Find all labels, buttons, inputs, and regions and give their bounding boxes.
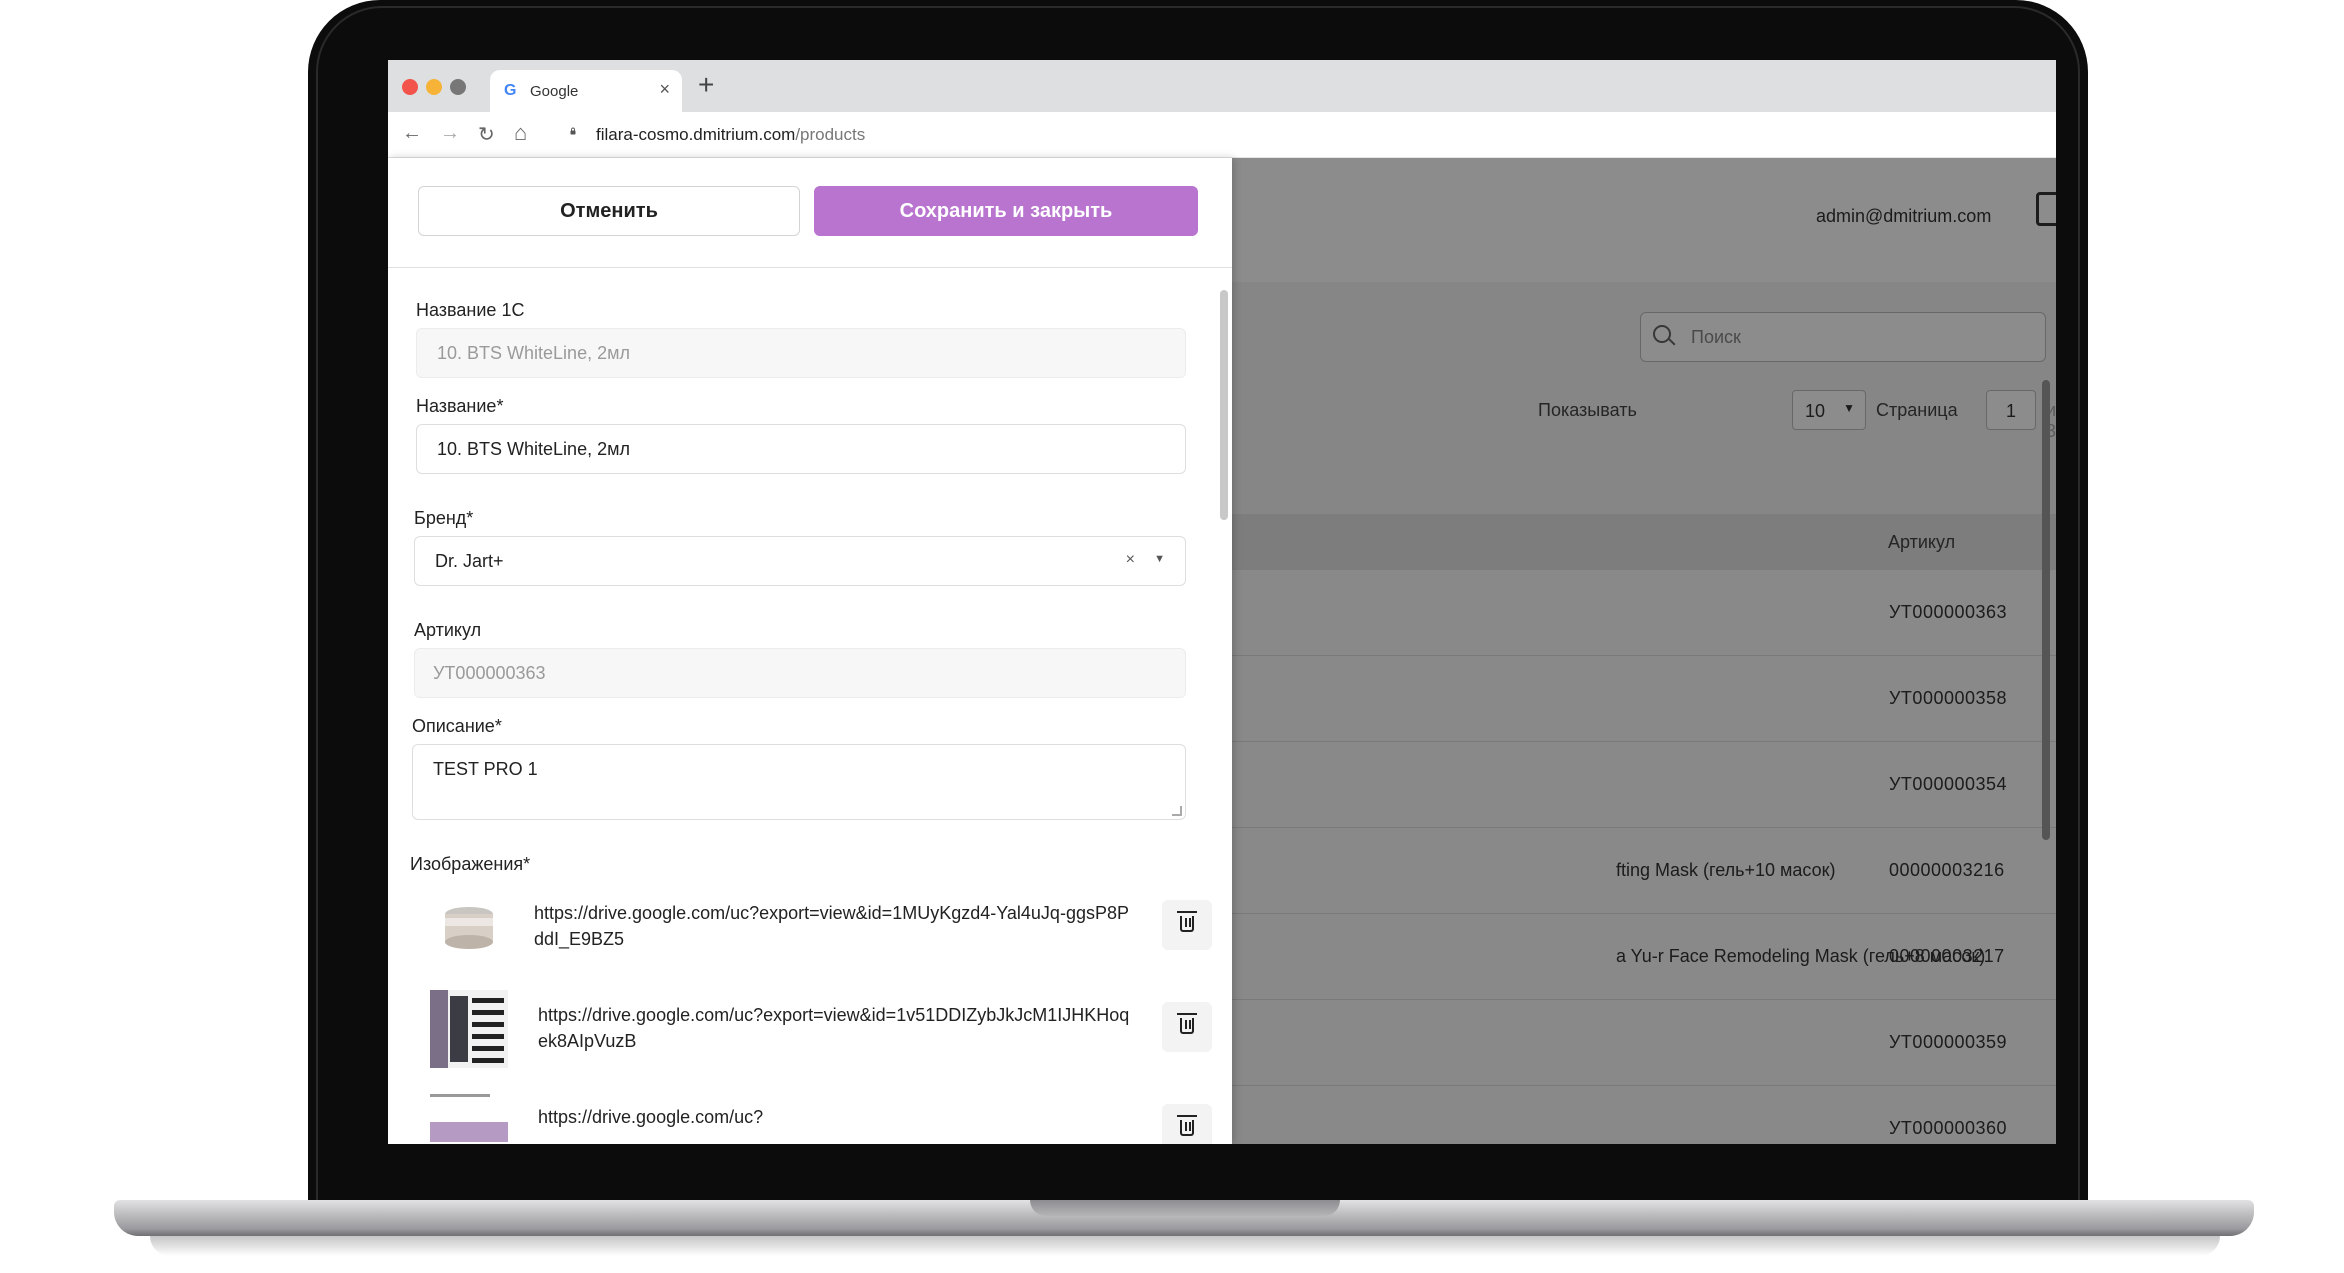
image-item: https://drive.google.com/uc? xyxy=(418,1092,1212,1144)
name-value: 10. BTS WhiteLine, 2мл xyxy=(437,439,630,459)
laptop-notch xyxy=(1030,1200,1340,1216)
clear-icon[interactable]: × xyxy=(1126,551,1135,569)
forward-arrow-icon[interactable]: → xyxy=(440,122,460,145)
image-item: https://drive.google.com/uc?export=view&… xyxy=(418,888,1212,974)
cancel-button[interactable]: Отменить xyxy=(418,186,800,236)
drawer-scrollbar[interactable] xyxy=(1220,290,1228,520)
description-value: TEST PRO 1 xyxy=(433,759,538,779)
browser-window: G Google × + ← → ↻ ⌂ filara-cosmo.dmitri… xyxy=(388,60,2056,1144)
image-thumbnail xyxy=(430,990,508,1068)
trash-icon xyxy=(1177,1115,1197,1136)
google-favicon-icon: G xyxy=(504,82,517,99)
back-arrow-icon[interactable]: ← xyxy=(402,122,422,145)
name-1c-value: 10. BTS WhiteLine, 2мл xyxy=(437,343,630,363)
brand-select[interactable]: Dr. Jart+ × ▼ xyxy=(414,536,1186,586)
image-url: https://drive.google.com/uc?export=view&… xyxy=(534,903,1129,949)
minimize-window-dot[interactable] xyxy=(426,79,442,95)
image-item: https://drive.google.com/uc?export=view&… xyxy=(418,990,1212,1076)
lock-icon xyxy=(570,127,576,135)
name-label: Название* xyxy=(416,396,504,416)
image-url: https://drive.google.com/uc?export=view&… xyxy=(538,1005,1130,1051)
brand-label: Бренд* xyxy=(414,508,474,528)
image-thumbnail xyxy=(430,888,508,966)
sku-label: Артикул xyxy=(414,620,482,640)
delete-image-button[interactable] xyxy=(1162,1104,1212,1144)
url-field[interactable]: filara-cosmo.dmitrium.com/products xyxy=(596,125,865,145)
tab-bar: G Google × + xyxy=(388,60,2056,112)
name-1c-field: 10. BTS WhiteLine, 2мл xyxy=(416,328,1186,378)
drawer-actions: Отменить Сохранить и закрыть xyxy=(388,158,1232,268)
url-path: /products xyxy=(795,125,866,144)
sku-value: УТ000000363 xyxy=(433,663,546,683)
save-and-close-button[interactable]: Сохранить и закрыть xyxy=(814,186,1198,236)
resize-handle-icon[interactable] xyxy=(1172,806,1182,816)
close-window-dot[interactable] xyxy=(402,79,418,95)
page-scrollbar[interactable] xyxy=(2042,380,2050,840)
trash-icon xyxy=(1177,911,1197,932)
home-icon[interactable]: ⌂ xyxy=(514,120,527,146)
name-1c-label: Название 1С xyxy=(416,300,525,320)
tab-close-icon[interactable]: × xyxy=(659,79,670,100)
name-field[interactable]: 10. BTS WhiteLine, 2мл xyxy=(416,424,1186,474)
image-url: https://drive.google.com/uc? xyxy=(538,1107,764,1127)
delete-image-button[interactable] xyxy=(1162,900,1212,950)
description-label: Описание* xyxy=(412,716,502,736)
laptop-frame: G Google × + ← → ↻ ⌂ filara-cosmo.dmitri… xyxy=(0,0,2344,1273)
delete-image-button[interactable] xyxy=(1162,1002,1212,1052)
trash-icon xyxy=(1177,1013,1197,1034)
images-label: Изображения* xyxy=(410,854,531,874)
image-thumbnail xyxy=(430,1092,508,1144)
new-tab-icon[interactable]: + xyxy=(698,69,714,101)
tab-title: Google xyxy=(530,83,579,100)
product-edit-drawer: Отменить Сохранить и закрыть Название 1С… xyxy=(388,158,1232,1144)
browser-tab[interactable]: G Google × xyxy=(490,70,682,112)
maximize-window-dot[interactable] xyxy=(450,79,466,95)
reload-icon[interactable]: ↻ xyxy=(478,122,495,147)
product-form: Название 1С 10. BTS WhiteLine, 2мл Назва… xyxy=(388,268,1232,1144)
description-textarea[interactable]: TEST PRO 1 xyxy=(412,744,1186,820)
url-host: filara-cosmo.dmitrium.com xyxy=(596,125,796,144)
brand-value: Dr. Jart+ xyxy=(435,551,504,571)
laptop-shadow xyxy=(150,1236,2220,1256)
address-bar: ← → ↻ ⌂ filara-cosmo.dmitrium.com/produc… xyxy=(388,112,2056,158)
caret-down-icon[interactable]: ▼ xyxy=(1154,553,1165,565)
sku-field: УТ000000363 xyxy=(414,648,1186,698)
